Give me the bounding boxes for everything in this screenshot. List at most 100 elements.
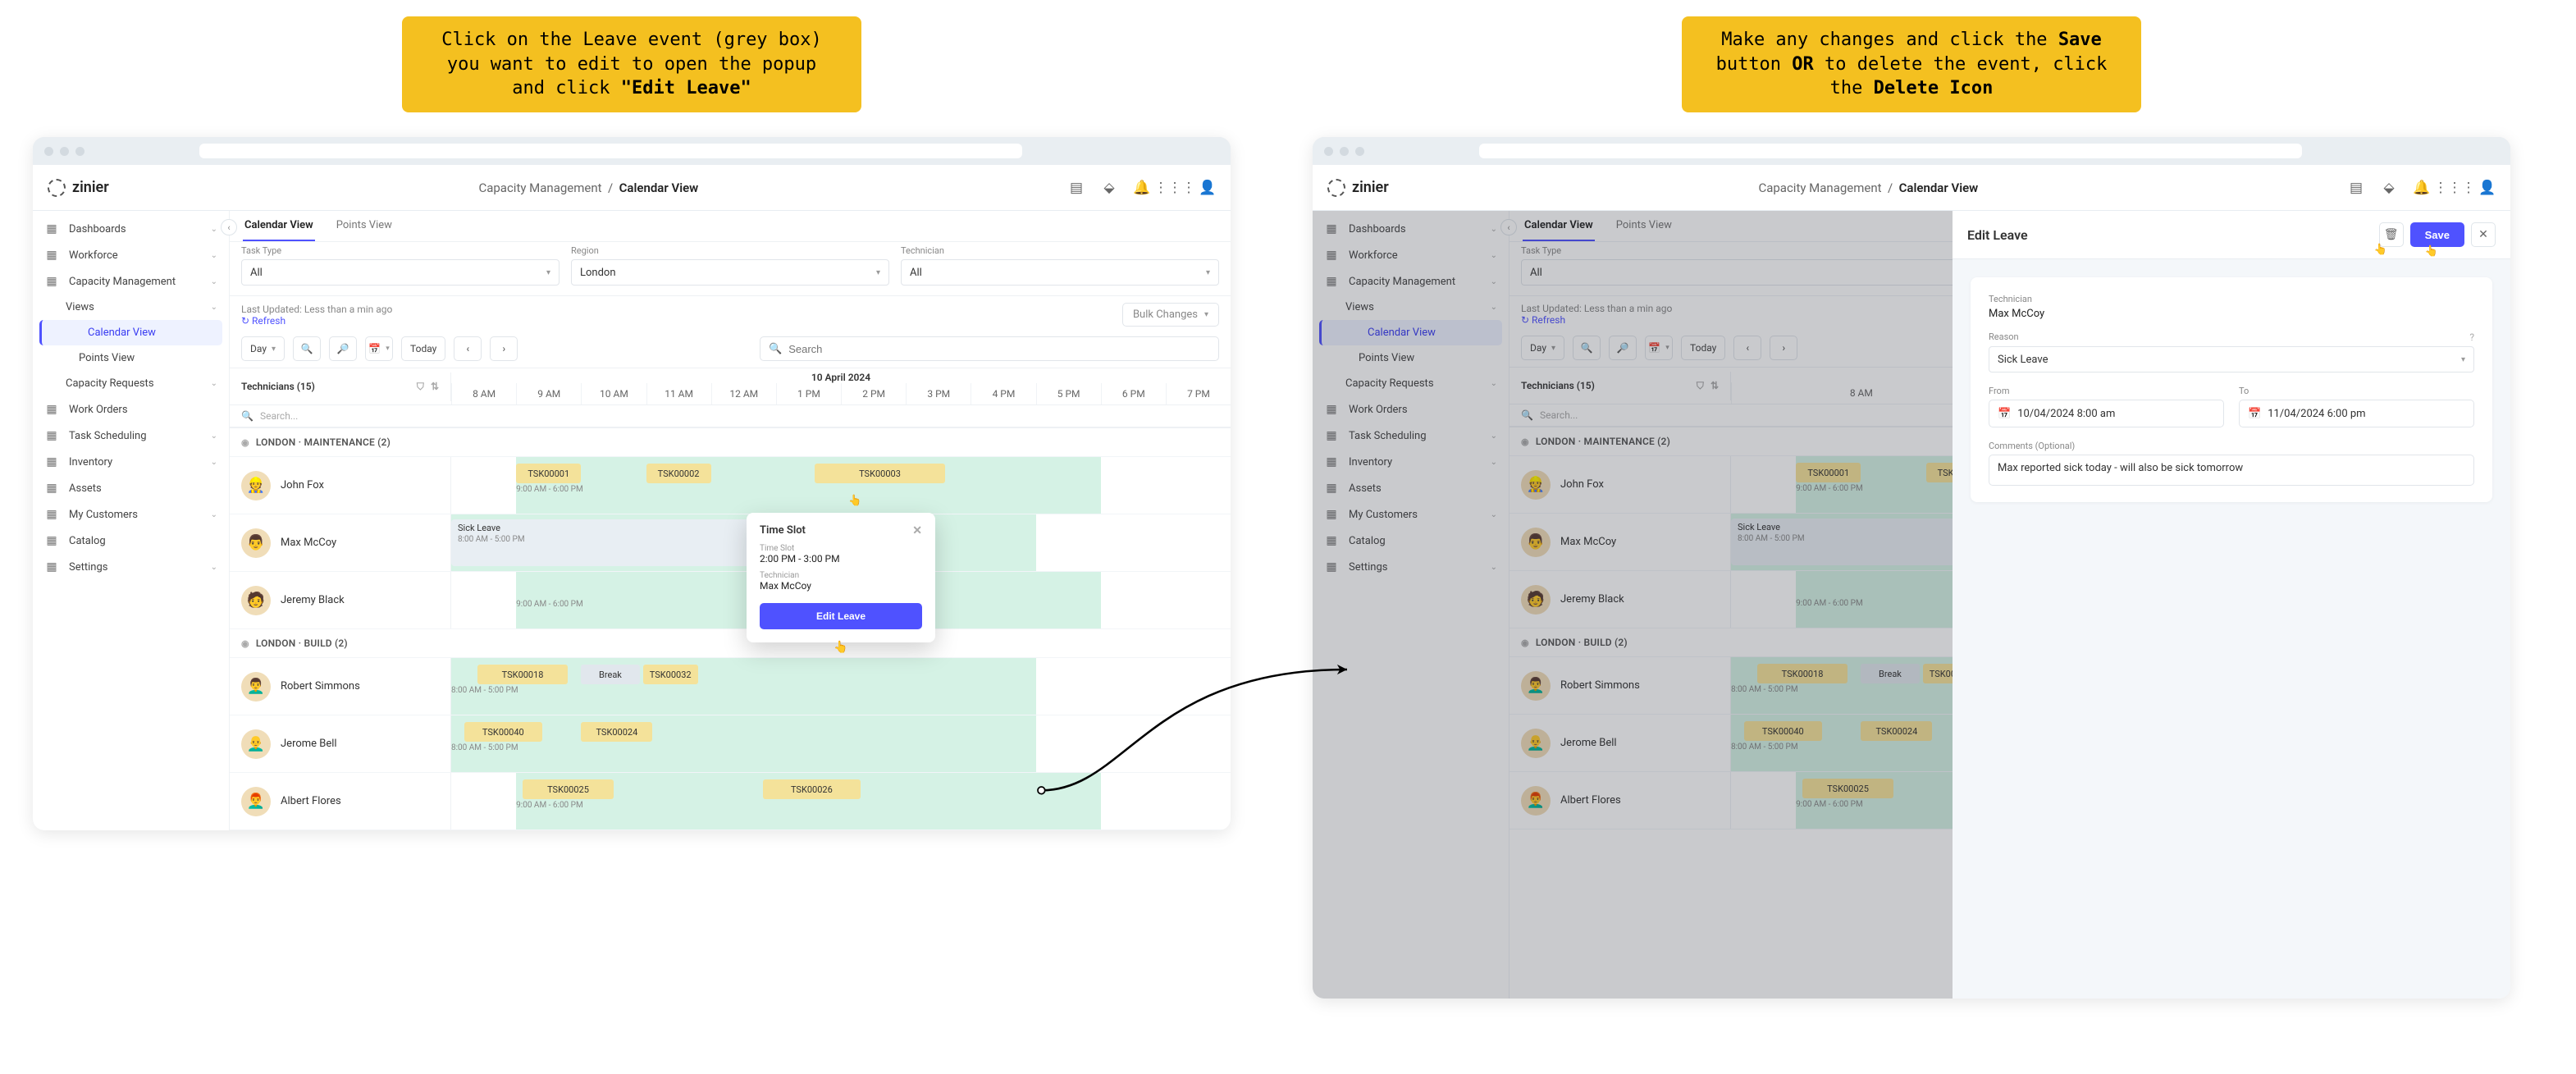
today-button[interactable]: Today: [401, 336, 445, 361]
technician-row: 👨‍🦲Jerome Bell8:00 AM - 5:00 PMTSK00040T…: [230, 715, 1231, 773]
breadcrumb-parent[interactable]: Capacity Management: [478, 181, 601, 195]
nav-icon: ▦: [44, 222, 59, 235]
schedule-group-header[interactable]: ◉LONDON · MAINTENANCE (2): [230, 428, 1231, 457]
window-traffic-lights: [1324, 147, 1364, 156]
sidebar-item-points-view[interactable]: Points View: [33, 345, 229, 371]
task-block[interactable]: TSK00003: [815, 464, 944, 483]
filter-region: Region London▾: [571, 245, 889, 286]
brand-logo[interactable]: zinier: [1327, 179, 1389, 197]
brand-name: zinier: [1352, 179, 1389, 196]
calendar-toolbar: Day▾ 🔍 🔎 📅 ▾ Today ‹ › 🔍: [230, 330, 1231, 368]
technician-row: 🧑Jeremy Black9:00 AM - 6:00 PM: [230, 572, 1231, 629]
view-granularity-select[interactable]: Day▾: [241, 336, 285, 361]
sidebar-item-task-scheduling[interactable]: ▦Task Scheduling⌄: [33, 423, 229, 449]
sidebar-item-settings[interactable]: ▦Settings⌄: [33, 554, 229, 580]
timeline[interactable]: 8:00 AM - 5:00 PMTSK00040TSK00024: [451, 715, 1231, 772]
task-block[interactable]: TSK00018: [477, 665, 569, 684]
refresh-link[interactable]: ↻ Refresh: [241, 315, 392, 327]
tab-points-view[interactable]: Points View: [335, 211, 394, 241]
zoom-in-button[interactable]: 🔎: [329, 336, 357, 361]
sidebar-item-workforce[interactable]: ▦Workforce⌄: [33, 242, 229, 268]
sidebar-item-my-customers[interactable]: ▦My Customers⌄: [33, 501, 229, 528]
sidebar-item-views[interactable]: Views⌄: [33, 295, 229, 320]
from-datetime-input[interactable]: 📅 10/04/2024 8:00 am: [1989, 400, 2224, 427]
sidebar-item-capacity-management[interactable]: ▦Capacity Management⌄: [33, 268, 229, 295]
sidebar-item-label: Views: [66, 301, 94, 313]
sort-icon[interactable]: ⇅: [431, 381, 439, 392]
sidebar-item-work-orders[interactable]: ▦Work Orders: [33, 396, 229, 423]
task-block[interactable]: TSK00032: [643, 665, 698, 684]
chat-icon[interactable]: ▤: [2348, 180, 2364, 196]
filter-row: Task Type All▾ Region London▾: [230, 242, 1231, 296]
edit-leave-button[interactable]: Edit Leave: [760, 603, 922, 629]
bell-icon[interactable]: 🔔: [1134, 180, 1150, 196]
popup-time-value: 2:00 PM - 3:00 PM: [760, 553, 922, 564]
technician-cell[interactable]: 👨‍🦱Robert Simmons: [230, 658, 451, 715]
bell-icon[interactable]: 🔔: [2414, 180, 2430, 196]
reason-select[interactable]: Sick Leave▾: [1989, 346, 2474, 372]
task-block[interactable]: TSK00024: [581, 722, 652, 742]
tab-calendar-view[interactable]: Calendar View: [243, 211, 315, 241]
sidebar-item-label: Calendar View: [88, 327, 156, 339]
filter-icon[interactable]: ⛉: [417, 381, 424, 393]
comments-textarea[interactable]: Max reported sick today - will also be s…: [1989, 455, 2474, 486]
location-icon[interactable]: ⬙: [2381, 180, 2397, 196]
timeline[interactable]: 9:00 AM - 6:00 PMTSK00001TSK00002TSK0000…: [451, 457, 1231, 514]
to-datetime-input[interactable]: 📅 11/04/2024 6:00 pm: [2239, 400, 2474, 427]
filter-technician: Technician All▾: [901, 245, 1219, 286]
chat-icon[interactable]: ▤: [1068, 180, 1085, 196]
technician-select[interactable]: All▾: [901, 259, 1219, 286]
timeline[interactable]: 9:00 AM - 6:00 PMTSK00025TSK00026: [451, 773, 1231, 829]
brand-logo-icon: [1327, 179, 1345, 197]
sidebar-item-capacity-requests[interactable]: Capacity Requests⌄: [33, 371, 229, 396]
next-day-button[interactable]: ›: [490, 336, 518, 361]
sidebar-item-dashboards[interactable]: ▦Dashboards⌄: [33, 216, 229, 242]
task-block[interactable]: TSK00001: [516, 464, 581, 483]
avatar: 👨: [241, 528, 271, 558]
task-block[interactable]: TSK00002: [646, 464, 711, 483]
region-select[interactable]: London▾: [571, 259, 889, 286]
nav-icon: ▦: [44, 249, 59, 262]
url-bar[interactable]: [1479, 144, 2302, 158]
task-type-select[interactable]: All▾: [241, 259, 560, 286]
apps-grid-icon[interactable]: ⋮⋮⋮: [2446, 180, 2463, 196]
technician-cell[interactable]: 👷John Fox: [230, 457, 451, 514]
global-search-input[interactable]: 🔍: [760, 336, 1219, 361]
technician-cell[interactable]: 👨‍🦲Jerome Bell: [230, 715, 451, 772]
sidebar-item-inventory[interactable]: ▦Inventory⌄: [33, 449, 229, 475]
bulk-changes-button[interactable]: Bulk Changes▾: [1122, 303, 1219, 327]
brand-logo[interactable]: zinier: [48, 179, 109, 197]
popup-close-icon[interactable]: ✕: [912, 524, 922, 537]
task-block[interactable]: TSK00026: [763, 779, 861, 799]
breadcrumb-parent[interactable]: Capacity Management: [1758, 181, 1881, 195]
popup-tech-value: Max McCoy: [760, 580, 922, 592]
technician-cell[interactable]: 👨‍🦰Albert Flores: [230, 773, 451, 829]
break-block[interactable]: Break: [581, 665, 639, 684]
profile-avatar-icon[interactable]: 👤: [2479, 180, 2496, 196]
sidebar-item-catalog[interactable]: ▦Catalog: [33, 528, 229, 554]
prev-day-button[interactable]: ‹: [454, 336, 482, 361]
popup-title: Time Slot: [760, 524, 806, 537]
task-block[interactable]: TSK00025: [523, 779, 614, 799]
window-dot: [75, 147, 84, 156]
zoom-out-button[interactable]: 🔍: [293, 336, 321, 361]
help-icon[interactable]: ?: [2469, 331, 2474, 343]
schedule-group-header[interactable]: ◉LONDON · BUILD (2): [230, 629, 1231, 658]
location-icon[interactable]: ⬙: [1101, 180, 1117, 196]
sidebar-item-assets[interactable]: ▦Assets: [33, 475, 229, 501]
filter-task-type: Task Type All▾: [241, 245, 560, 286]
technician-cell[interactable]: 🧑Jeremy Black: [230, 572, 451, 628]
apps-grid-icon[interactable]: ⋮⋮⋮: [1167, 180, 1183, 196]
sidebar-item-calendar-view[interactable]: Calendar View: [39, 320, 222, 345]
url-bar[interactable]: [199, 144, 1022, 158]
date-picker-button[interactable]: 📅 ▾: [365, 336, 393, 361]
technician-cell[interactable]: 👨Max McCoy: [230, 514, 451, 571]
close-drawer-button[interactable]: ✕: [2471, 222, 2496, 247]
timeline[interactable]: 8:00 AM - 5:00 PMTSK00018BreakTSK00032: [451, 658, 1231, 715]
technician-search-input[interactable]: 🔍 Search...: [230, 405, 1231, 427]
task-block[interactable]: TSK00040: [464, 722, 542, 742]
delete-button[interactable]: 🗑: [2379, 222, 2404, 247]
save-button[interactable]: Save: [2410, 222, 2464, 247]
modal-overlay[interactable]: [1313, 211, 1953, 999]
profile-avatar-icon[interactable]: 👤: [1199, 180, 1216, 196]
